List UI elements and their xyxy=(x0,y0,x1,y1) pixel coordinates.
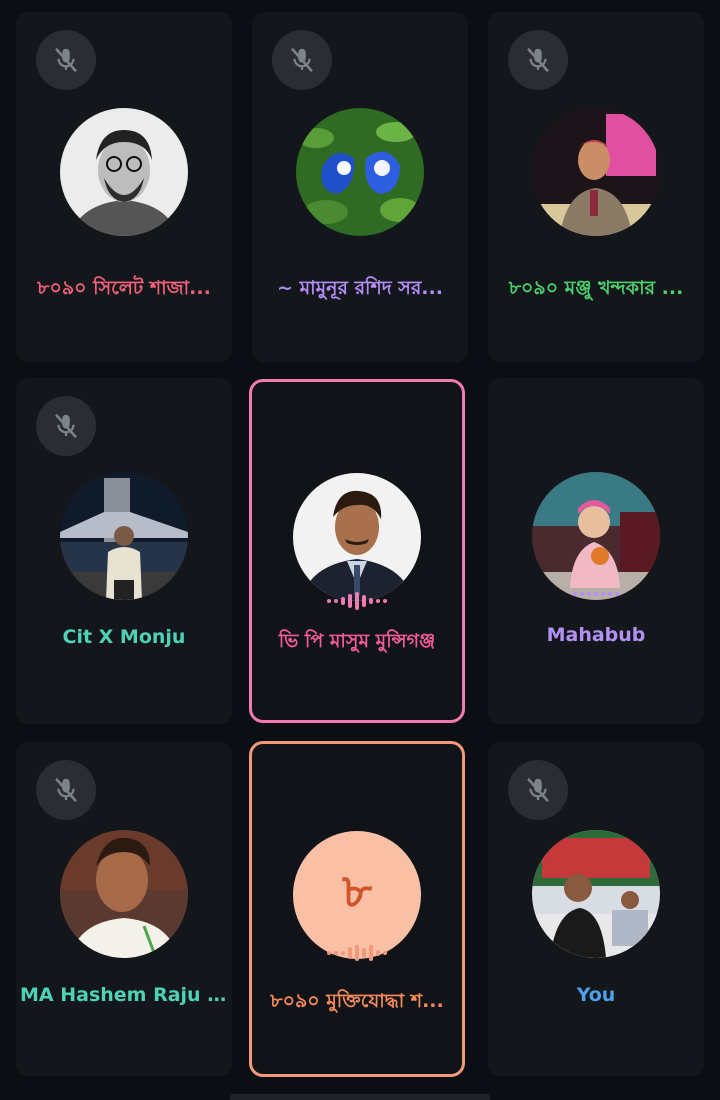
participant-tile[interactable]: ~ মামুনূর রশিদ সর... xyxy=(252,12,468,362)
avatar xyxy=(60,472,188,600)
participant-name: Mahabub xyxy=(546,624,646,646)
participant-tile-self[interactable]: You xyxy=(488,742,704,1076)
avatar xyxy=(532,108,660,236)
participant-name: MA Hashem Raju ... xyxy=(20,984,229,1006)
participant-tile-speaking[interactable]: ভি পি মাসুম মুন্সিগঞ্জ xyxy=(249,379,465,723)
participant-name: ৮০৯০ মঞ্জু খন্দকার ... xyxy=(508,277,684,299)
avatar xyxy=(532,472,660,600)
participant-name: ভি পি মাসুম মুন্সিগঞ্জ xyxy=(278,630,436,652)
participant-tile[interactable]: ৮০৯০ মঞ্জু খন্দকার ... xyxy=(488,12,704,362)
participant-name: ~ মামুনূর রশিদ সর... xyxy=(277,277,443,299)
participant-name: ৮০৯০ মুক্তিযোদ্ধা শ... xyxy=(270,990,444,1012)
participant-name: ৮০৯০ সিলেট শাজা... xyxy=(37,277,211,299)
participant-tile[interactable]: MA Hashem Raju ... xyxy=(16,742,232,1076)
participant-tile[interactable]: Mahabub xyxy=(488,378,704,724)
muted-mic-icon xyxy=(36,30,96,90)
avatar xyxy=(296,108,424,236)
muted-mic-icon xyxy=(36,396,96,456)
muted-mic-icon xyxy=(508,760,568,820)
speaking-indicator xyxy=(252,591,462,611)
listening-indicator xyxy=(488,584,704,604)
participants-grid: ৮০৯০ সিলেট শাজা... ~ মামুনূর রশিদ সর... xyxy=(0,0,720,1100)
participant-name: You xyxy=(576,984,616,1006)
speaking-indicator xyxy=(252,943,462,963)
muted-mic-icon xyxy=(272,30,332,90)
avatar xyxy=(293,473,421,601)
muted-mic-icon xyxy=(36,760,96,820)
avatar xyxy=(60,830,188,958)
participant-tile[interactable]: ৮০৯০ সিলেট শাজা... xyxy=(16,12,232,362)
avatar xyxy=(60,108,188,236)
letter-avatar: ৮ xyxy=(293,831,421,959)
participant-tile[interactable]: Cit X Monju xyxy=(16,378,232,724)
participant-name: Cit X Monju xyxy=(62,626,186,648)
participant-tile-speaking[interactable]: ৮ ৮০৯০ মুক্তিযোদ্ধা শ... xyxy=(249,741,465,1077)
avatar xyxy=(532,830,660,958)
bottom-sheet-handle[interactable] xyxy=(230,1094,490,1100)
muted-mic-icon xyxy=(508,30,568,90)
